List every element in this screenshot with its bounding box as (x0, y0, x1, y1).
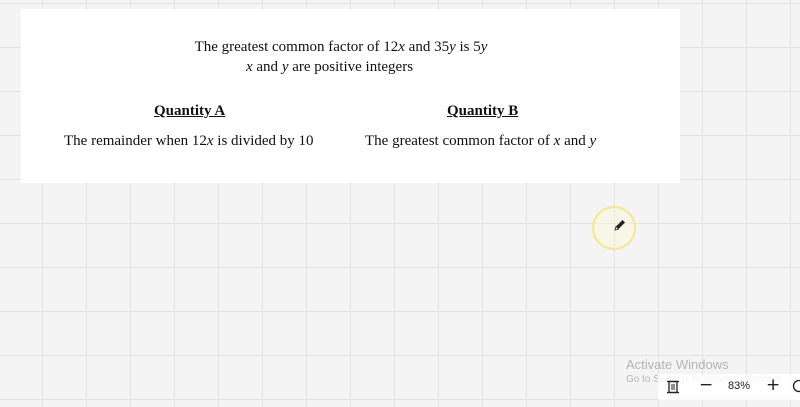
quantity-a-part: The remainder when 12 (64, 133, 207, 149)
variable-x: x (398, 39, 405, 55)
zoom-level[interactable]: 83% (728, 380, 750, 392)
activate-windows-title: Activate Windows (626, 357, 729, 372)
quantity-a-part: is divided by 10 (213, 133, 314, 149)
statement-text: and 35 (404, 39, 450, 55)
variable-x: x (206, 133, 214, 149)
fit-page-icon[interactable] (666, 380, 680, 394)
statement-text: The greatest common factor of 12 (194, 39, 399, 55)
problem-statement-line-2: x and y are positive integers (21, 59, 638, 76)
quantity-a-heading: Quantity A (154, 103, 226, 119)
more-icon[interactable] (792, 379, 800, 393)
zoom-toolbar: − 83% + (658, 374, 800, 400)
zoom-in-button[interactable]: + (766, 375, 780, 395)
variable-x: x (245, 59, 253, 75)
quantity-b-heading: Quantity B (447, 103, 519, 119)
problem-statement-line-1: The greatest common factor of 12x and 35… (21, 39, 661, 56)
pen-icon (614, 220, 625, 231)
question-card: The greatest common factor of 12x and 35… (21, 9, 680, 183)
statement-text: are positive integers (288, 59, 414, 75)
statement-text: and (252, 59, 282, 75)
variable-y: y (449, 39, 456, 55)
quantity-a-text: The remainder when 12x is divided by 10 (64, 133, 314, 150)
quantity-b-part: and (560, 133, 590, 149)
variable-y: y (480, 39, 488, 55)
variable-y: y (589, 133, 597, 149)
quantity-b-text: The greatest common factor of x and y (365, 133, 596, 150)
zoom-out-button[interactable]: − (699, 375, 713, 395)
quantity-b-part: The greatest common factor of (365, 133, 554, 149)
statement-text: is 5 (455, 39, 481, 55)
